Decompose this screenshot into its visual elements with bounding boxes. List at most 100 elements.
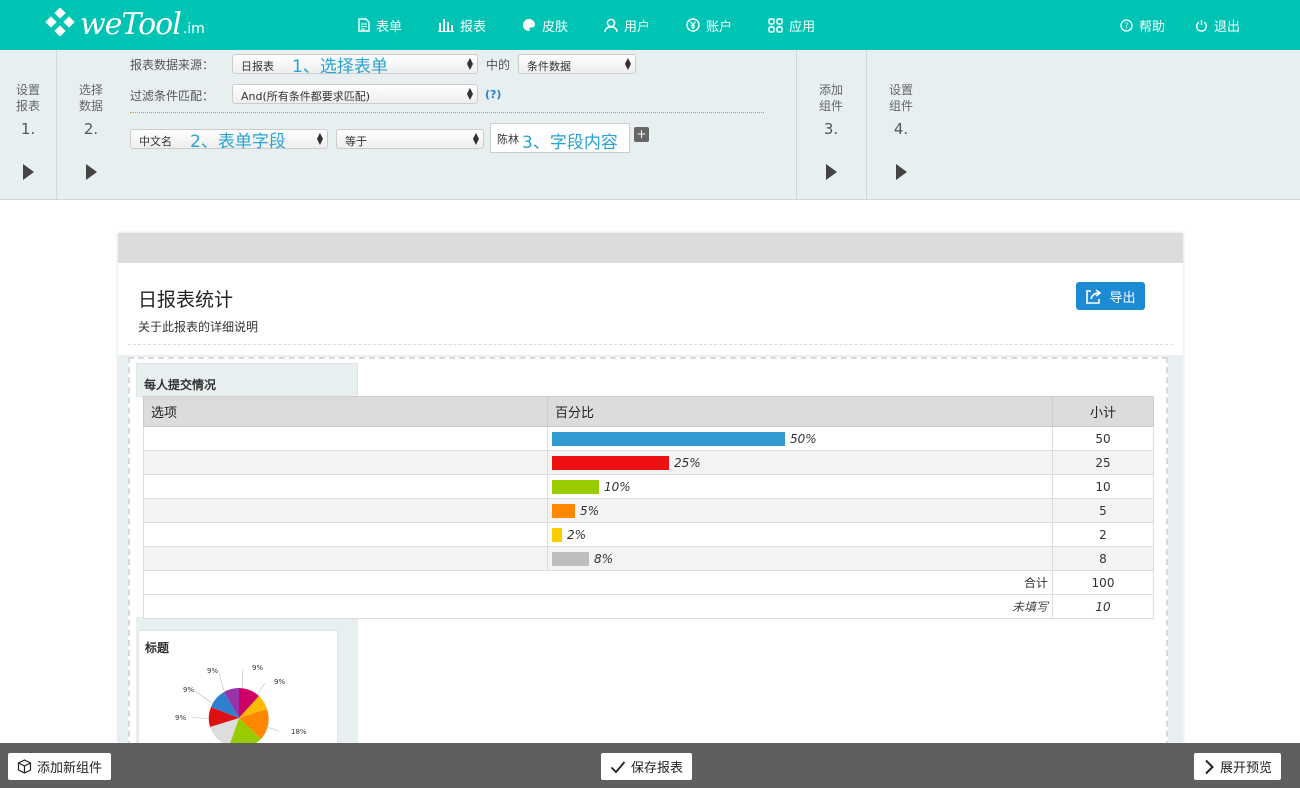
logo-diamonds-icon — [45, 8, 75, 37]
data-type-select[interactable]: 条件数据 ▲ ▼ — [518, 54, 636, 74]
main-nav: 表单 报表 皮肤 用户 账户 应用 — [358, 0, 851, 50]
step-set-widget[interactable]: 设置 组件 4. — [866, 50, 936, 200]
pie-chart: 9% 9% 9% 9% 9% 18% — [175, 664, 307, 743]
pie-label: 9% — [274, 678, 285, 686]
option-cell — [143, 450, 548, 475]
filter-match-select[interactable]: And(所有条件都要求匹配) ▲ ▼ — [232, 84, 478, 104]
step-line1: 设置 — [15, 83, 40, 97]
unfilled-label: 未填写 — [143, 594, 1053, 619]
logout-label: 退出 — [1213, 19, 1240, 35]
widget-title[interactable]: 每人提交情况 — [136, 363, 358, 397]
card-top-bar — [118, 233, 1183, 263]
pie-widget[interactable]: 标题 9% 9% 9% 9% 9% 18% — [138, 630, 338, 743]
steps-panel: 设置 报表 1. 选择 数据 2. 报表数据来源： 日报表 ▲ ▼ 1、选择表单 中的… — [0, 50, 1300, 200]
pie-slices — [208, 688, 269, 743]
middle-label: 中的 — [486, 58, 511, 72]
nav-item-users[interactable]: 用户 — [604, 16, 650, 35]
report-card: 日报表统计 关于此报表的详细说明 导出 每人提交情况 选项 百分比 小计 50%… — [118, 233, 1183, 743]
percent-label: 5% — [580, 503, 600, 518]
header-subtotal: 小计 — [1052, 396, 1154, 427]
nav-item-forms[interactable]: 表单 — [358, 16, 402, 35]
step-set-report[interactable]: 设置 报表 1. — [0, 50, 56, 200]
logout-link[interactable]: 退出 — [1195, 16, 1240, 35]
updown-arrows-icon: ▲ ▼ — [466, 86, 473, 101]
export-label: 导出 — [1109, 290, 1136, 306]
total-label: 合计 — [143, 570, 1053, 595]
export-button[interactable]: 导出 — [1076, 282, 1145, 310]
step-select-data[interactable]: 选择数据 2. — [56, 50, 126, 200]
total-row: 合计 100 — [143, 570, 1154, 595]
expand-preview-label: 展开预览 — [1220, 761, 1273, 776]
step-line2: 报表 — [15, 99, 40, 113]
subtotal-cell: 10 — [1052, 474, 1154, 499]
nav-item-account[interactable]: 账户 — [686, 16, 732, 35]
play-icon[interactable] — [895, 164, 907, 180]
play-icon[interactable] — [22, 164, 34, 180]
nav-label: 应用 — [789, 19, 816, 35]
updown-arrows-icon: ▲ ▼ — [624, 56, 631, 71]
expand-preview-button[interactable]: 展开预览 — [1194, 753, 1282, 780]
percent-cell: 50% — [547, 426, 1053, 451]
help-link[interactable]: ? 帮助 — [1120, 16, 1165, 35]
save-report-label: 保存报表 — [631, 761, 684, 776]
bottom-toolbar: 添加新组件 保存报表 展开预览 — [0, 743, 1300, 788]
brand-logo[interactable]: weTool .im — [44, 6, 205, 42]
palette-icon — [523, 19, 536, 31]
nav-item-skins[interactable]: 皮肤 — [522, 16, 568, 35]
document-icon — [358, 18, 370, 32]
bar-chart-icon — [438, 19, 455, 32]
step-line1: 设置 — [888, 83, 913, 97]
table-row: 5% 5 — [143, 498, 1154, 523]
add-widget-button[interactable]: 添加新组件 — [8, 753, 112, 780]
play-icon[interactable] — [85, 164, 97, 180]
source-label: 报表数据来源： — [130, 58, 215, 72]
nav-item-reports[interactable]: 报表 — [438, 16, 486, 35]
table-row: 25% 25 — [143, 450, 1154, 475]
step-number: 2. — [83, 120, 99, 138]
pie-label: 9% — [183, 686, 194, 694]
header-divider — [128, 344, 1173, 345]
step-add-widget[interactable]: 添加 组件 3. — [796, 50, 866, 200]
data-type-value: 条件数据 — [527, 60, 571, 73]
percent-cell: 8% — [547, 546, 1053, 571]
operator-select[interactable]: 等于 ▲ ▼ — [336, 129, 484, 149]
percent-bar — [552, 527, 562, 542]
form-select-value: 日报表 — [241, 60, 274, 73]
nav-label: 账户 — [706, 19, 733, 35]
step-line2: 数据 — [78, 99, 103, 113]
option-cell — [143, 426, 548, 451]
power-icon — [1196, 19, 1207, 32]
yen-icon — [686, 18, 700, 32]
nav-label: 报表 — [460, 19, 487, 35]
nav-label: 用户 — [624, 19, 651, 35]
help-label: 帮助 — [1138, 19, 1165, 35]
report-title[interactable]: 日报表统计 — [138, 285, 233, 312]
unfilled-row: 未填写 10 — [143, 594, 1154, 619]
unfilled-value: 10 — [1052, 594, 1154, 619]
header-option: 选项 — [143, 396, 548, 427]
percent-label: 25% — [674, 455, 701, 470]
operator-value: 等于 — [345, 135, 367, 148]
report-description[interactable]: 关于此报表的详细说明 — [138, 318, 258, 335]
field-value: 中文名 — [139, 135, 172, 148]
user-icon — [604, 18, 618, 32]
filter-help-link[interactable]: (?) — [485, 88, 501, 101]
save-report-button[interactable]: 保存报表 — [601, 753, 693, 780]
percent-label: 50% — [790, 431, 817, 446]
percent-bar — [552, 479, 599, 494]
play-icon[interactable] — [825, 164, 837, 180]
add-widget-label: 添加新组件 — [37, 761, 103, 776]
add-condition-button[interactable]: + — [634, 127, 649, 142]
option-cell — [143, 546, 548, 571]
option-cell — [143, 498, 548, 523]
table-row: 50% 50 — [143, 426, 1154, 451]
percent-cell: 5% — [547, 498, 1053, 523]
filter-label: 过滤条件匹配： — [130, 89, 215, 103]
field-value-text: 陈林 — [497, 133, 519, 146]
hint-select-form: 1、选择表单 — [292, 57, 388, 77]
nav-label: 表单 — [376, 19, 403, 35]
table-row: 8% 8 — [143, 546, 1154, 571]
percent-label: 8% — [594, 551, 614, 566]
step-line1: 选择 — [78, 83, 103, 97]
nav-item-apps[interactable]: 应用 — [768, 16, 815, 35]
